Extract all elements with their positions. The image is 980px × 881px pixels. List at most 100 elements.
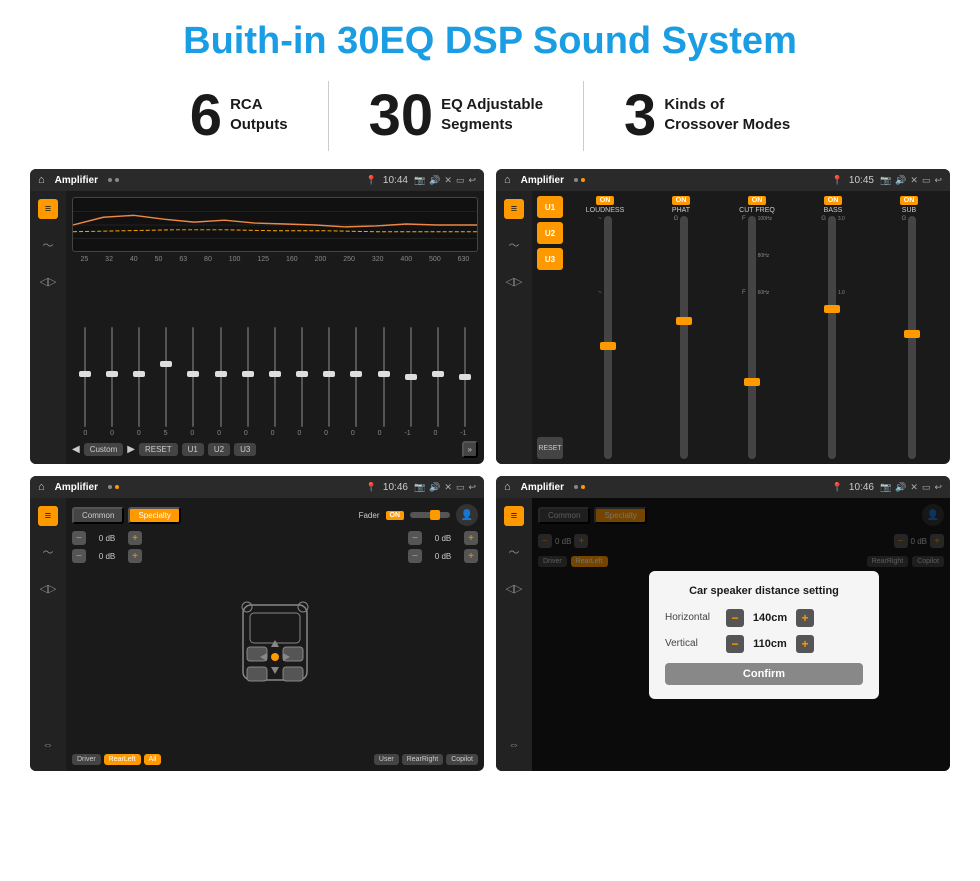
eq-u3-btn[interactable]: U3: [234, 443, 256, 456]
user-icon[interactable]: 👤: [456, 504, 478, 526]
freq-25: 25: [80, 256, 88, 263]
close-icon[interactable]: ✕: [444, 175, 452, 186]
spk-wave-icon[interactable]: 〜: [38, 542, 58, 562]
freq-250: 250: [343, 256, 355, 263]
tab-common[interactable]: Common: [72, 507, 124, 524]
slider-1[interactable]: [106, 327, 118, 427]
fader-on-badge[interactable]: ON: [386, 511, 405, 520]
eq-wave-icon[interactable]: 〜: [38, 235, 58, 255]
tab-specialty[interactable]: Specialty: [128, 507, 180, 524]
spk-vol-icon[interactable]: ◁▷: [38, 578, 58, 598]
sub-label: SUB: [902, 207, 916, 214]
eq-play-btn[interactable]: ▶: [127, 444, 135, 455]
slider-12[interactable]: [405, 327, 417, 427]
close-icon-2[interactable]: ✕: [910, 175, 918, 186]
back-icon[interactable]: ↩: [468, 175, 476, 186]
cutfreq-on[interactable]: ON: [748, 196, 767, 205]
db-plus-1[interactable]: +: [128, 531, 142, 545]
slider-14[interactable]: [459, 327, 471, 427]
vertical-minus[interactable]: −: [726, 635, 744, 653]
slider-10[interactable]: [350, 327, 362, 427]
db-minus-1[interactable]: −: [72, 531, 86, 545]
eq-u2-btn[interactable]: U2: [208, 443, 230, 456]
slider-3[interactable]: [160, 327, 172, 427]
amp-reset-btn[interactable]: RESET: [537, 437, 563, 459]
spk-filter-icon[interactable]: ≡: [38, 506, 58, 526]
fader-handle[interactable]: [430, 510, 440, 520]
eq-graph: [72, 197, 478, 252]
dlg-vol-icon[interactable]: ◁▷: [504, 578, 524, 598]
slider-11[interactable]: [378, 327, 390, 427]
db-minus-4[interactable]: −: [408, 549, 422, 563]
screen4-dialog: ≡ 〜 ◁▷ ⇔ Common Specialty 👤: [496, 498, 950, 771]
camera-icon-2: 📷: [880, 175, 891, 186]
vertical-row: Vertical − 110cm +: [665, 635, 863, 653]
db-plus-4[interactable]: +: [464, 549, 478, 563]
db-minus-3[interactable]: −: [408, 531, 422, 545]
eq-reset-btn[interactable]: RESET: [139, 443, 178, 456]
cutfreq-slider[interactable]: [748, 216, 756, 459]
dlg-wave-icon[interactable]: 〜: [504, 542, 524, 562]
location-icon-2: 📍: [832, 175, 843, 186]
dlg-filter-icon[interactable]: ≡: [504, 506, 524, 526]
db-plus-2[interactable]: +: [128, 549, 142, 563]
amp-u2-btn[interactable]: U2: [537, 222, 563, 244]
slider-9[interactable]: [323, 327, 335, 427]
screen1-title: Amplifier: [55, 175, 98, 186]
close-icon-4[interactable]: ✕: [910, 482, 918, 493]
home-icon-3[interactable]: ⌂: [38, 481, 45, 493]
eq-u1-btn[interactable]: U1: [182, 443, 204, 456]
eq-filter-icon[interactable]: ≡: [38, 199, 58, 219]
btn-rearright[interactable]: RearRight: [402, 754, 444, 765]
home-icon-2[interactable]: ⌂: [504, 174, 511, 186]
dlg-expand-icon[interactable]: ⇔: [504, 735, 524, 755]
eq-vol-icon[interactable]: ◁▷: [38, 271, 58, 291]
amp-vol-icon[interactable]: ◁▷: [504, 271, 524, 291]
bass-label: BASS: [824, 207, 843, 214]
eq-prev-btn[interactable]: ◀: [72, 444, 80, 455]
sub-slider[interactable]: [908, 216, 916, 459]
slider-6[interactable]: [242, 327, 254, 427]
slider-8[interactable]: [296, 327, 308, 427]
bass-on[interactable]: ON: [824, 196, 843, 205]
eq-expand-btn[interactable]: »: [462, 441, 478, 458]
back-icon-3[interactable]: ↩: [468, 482, 476, 493]
btn-user[interactable]: User: [374, 754, 399, 765]
close-icon-3[interactable]: ✕: [444, 482, 452, 493]
loudness-slider[interactable]: [604, 216, 612, 459]
stat-label-crossover2: Crossover Modes: [664, 115, 790, 135]
btn-driver[interactable]: Driver: [72, 754, 101, 765]
fader-bar[interactable]: [410, 512, 450, 518]
btn-rearleft[interactable]: RearLeft: [104, 754, 141, 765]
amp-u3-btn[interactable]: U3: [537, 248, 563, 270]
db-minus-2[interactable]: −: [72, 549, 86, 563]
slider-4[interactable]: [187, 327, 199, 427]
bass-slider[interactable]: [828, 216, 836, 459]
sub-on[interactable]: ON: [900, 196, 919, 205]
back-icon-4[interactable]: ↩: [934, 482, 942, 493]
phat-on[interactable]: ON: [672, 196, 691, 205]
btn-copilot[interactable]: Copilot: [446, 754, 478, 765]
amp-wave-icon[interactable]: 〜: [504, 235, 524, 255]
spk-expand-icon[interactable]: ⇔: [38, 735, 58, 755]
slider-13[interactable]: [432, 327, 444, 427]
eq-custom-btn[interactable]: Custom: [84, 443, 124, 456]
back-icon-2[interactable]: ↩: [934, 175, 942, 186]
amp-u1-btn[interactable]: U1: [537, 196, 563, 218]
phat-slider[interactable]: [680, 216, 688, 459]
db-plus-3[interactable]: +: [464, 531, 478, 545]
btn-all[interactable]: All: [144, 754, 162, 765]
confirm-button[interactable]: Confirm: [665, 663, 863, 685]
slider-0[interactable]: [79, 327, 91, 427]
slider-7[interactable]: [269, 327, 281, 427]
amp-filter-icon[interactable]: ≡: [504, 199, 524, 219]
horizontal-plus[interactable]: +: [796, 609, 814, 627]
stat-label-rca1: RCA: [230, 95, 288, 115]
horizontal-minus[interactable]: −: [726, 609, 744, 627]
slider-2[interactable]: [133, 327, 145, 427]
slider-5[interactable]: [215, 327, 227, 427]
vertical-plus[interactable]: +: [796, 635, 814, 653]
loudness-on[interactable]: ON: [596, 196, 615, 205]
home-icon[interactable]: ⌂: [38, 174, 45, 186]
home-icon-4[interactable]: ⌂: [504, 481, 511, 493]
